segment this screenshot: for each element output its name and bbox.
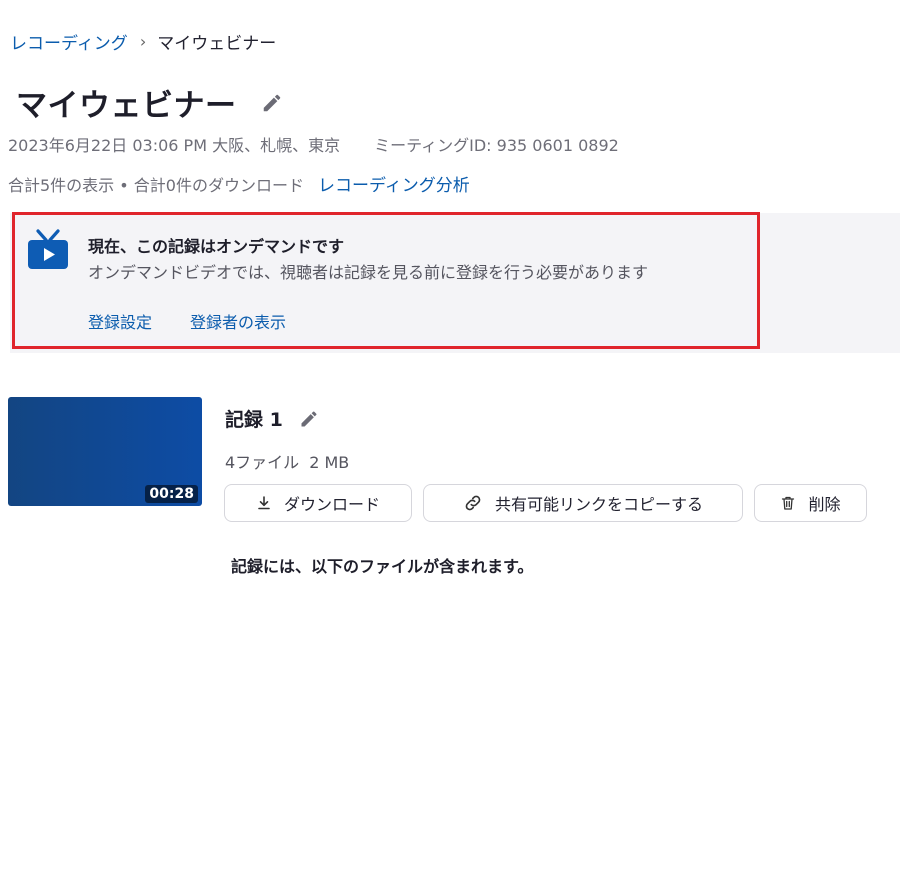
duration-badge: 00:28 — [145, 485, 198, 503]
recording-thumbnail[interactable]: 00:28 — [8, 397, 202, 871]
title-row: マイウェビナー — [16, 80, 283, 125]
recording-analytics-link[interactable]: レコーディング分析 — [318, 176, 470, 196]
banner-subtitle: オンデマンドビデオでは、視聴者は記録を見る前に登録を行う必要があります — [88, 263, 649, 282]
page-title: マイウェビナー — [16, 88, 237, 124]
download-button[interactable]: ダウンロード — [224, 484, 412, 522]
breadcrumb-separator: › — [139, 32, 147, 51]
share-label: 共有可能リンクをコピーする — [494, 495, 703, 514]
pencil-icon[interactable] — [261, 92, 283, 114]
link-icon — [463, 493, 483, 513]
breadcrumb-recordings-link[interactable]: レコーディング — [10, 29, 128, 54]
view-download-stats: 合計5件の表示 • 合計0件のダウンロード — [8, 176, 304, 195]
play-icon[interactable] — [91, 826, 137, 876]
meeting-datetime: 2023年6月22日 03:06 PM 大阪、札幌、東京 — [8, 136, 341, 155]
view-registrants-link[interactable]: 登録者の表示 — [190, 309, 286, 333]
files-heading: 記録には、以下のファイルが含まれます。 — [231, 557, 534, 576]
download-label: ダウンロード — [283, 495, 380, 514]
breadcrumb-current: マイウェビナー — [157, 34, 277, 54]
pencil-icon[interactable] — [299, 409, 319, 429]
download-icon — [256, 495, 272, 511]
meeting-meta: 2023年6月22日 03:06 PM 大阪、札幌、東京 ミーティングID: 93… — [8, 132, 619, 156]
stats-line: 合計5件の表示 • 合計0件のダウンロード レコーディング分析 — [8, 171, 470, 196]
banner-title: 現在、この記録はオンデマンドです — [88, 237, 345, 256]
tv-icon — [28, 229, 68, 275]
breadcrumb: レコーディング › マイウェビナー — [10, 29, 276, 54]
registration-settings-link[interactable]: 登録設定 — [88, 309, 152, 333]
banner-links: 登録設定 登録者の表示 — [88, 309, 286, 333]
delete-label: 削除 — [808, 495, 841, 514]
recording-title-row: 記録 1 — [225, 405, 319, 432]
recording-meta: 4ファイル 2 MB — [225, 449, 349, 473]
trash-icon — [780, 495, 796, 511]
file-count: 4ファイル — [225, 453, 300, 472]
meeting-id: ミーティングID: 935 0601 0892 — [374, 136, 619, 155]
copy-share-link-button[interactable]: 共有可能リンクをコピーする — [423, 484, 743, 522]
delete-button[interactable]: 削除 — [754, 484, 867, 522]
recording-title: 記録 1 — [225, 409, 283, 431]
file-size: 2 MB — [309, 453, 350, 472]
